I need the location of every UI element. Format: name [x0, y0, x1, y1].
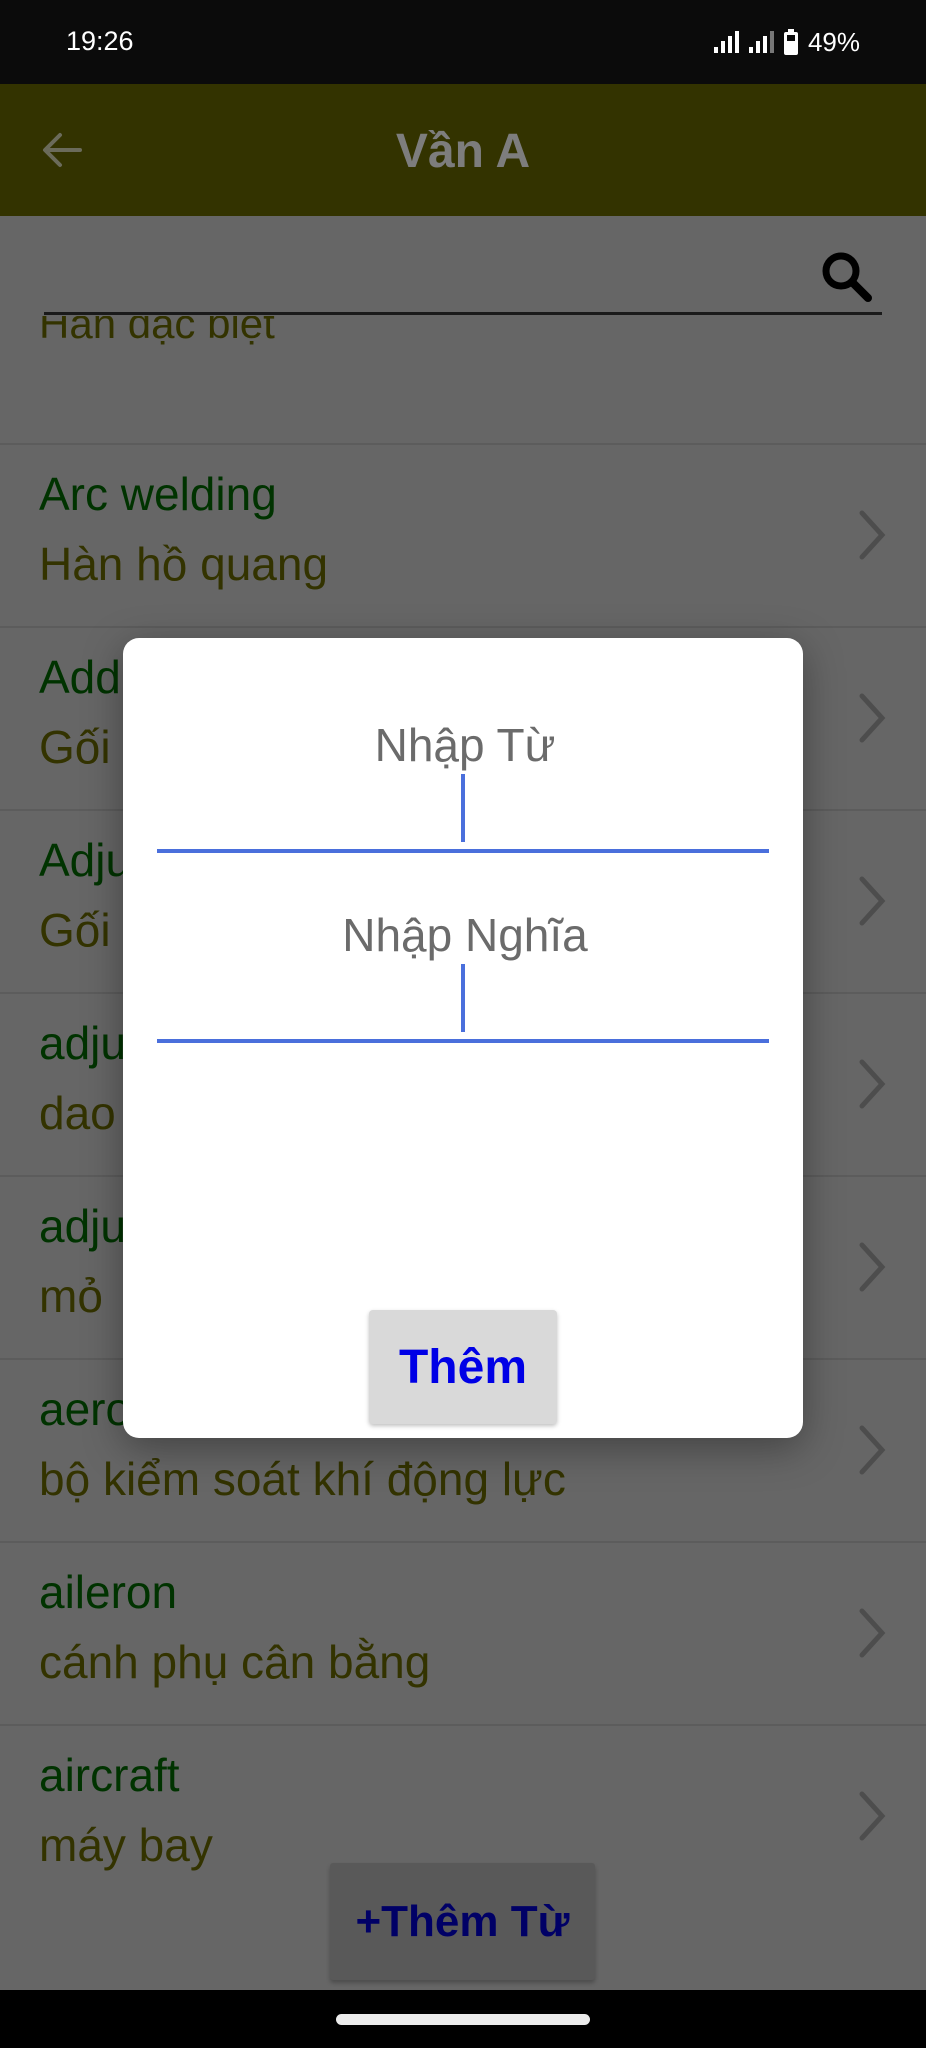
word-field-container	[157, 704, 773, 853]
meaning-field-container	[157, 894, 773, 1043]
signal-sim2-icon	[748, 31, 774, 53]
text-cursor	[461, 964, 465, 1032]
word-input-underline	[157, 849, 769, 853]
signal-sim1-icon	[713, 31, 739, 53]
status-time: 19:26	[66, 26, 134, 56]
word-input[interactable]	[157, 704, 773, 786]
meaning-input[interactable]	[157, 894, 773, 976]
status-bar: 19:26 49%	[0, 0, 926, 84]
meaning-input-underline	[157, 1039, 769, 1043]
status-icons: 49%	[713, 26, 860, 58]
text-cursor	[461, 774, 465, 842]
system-nav-bar	[0, 1990, 926, 2048]
battery-percent: 49%	[807, 26, 860, 57]
battery-icon	[783, 29, 798, 55]
home-gesture-handle[interactable]	[336, 2014, 590, 2025]
add-word-dialog: Thêm	[123, 638, 803, 1438]
submit-add-button[interactable]: Thêm	[369, 1310, 557, 1424]
